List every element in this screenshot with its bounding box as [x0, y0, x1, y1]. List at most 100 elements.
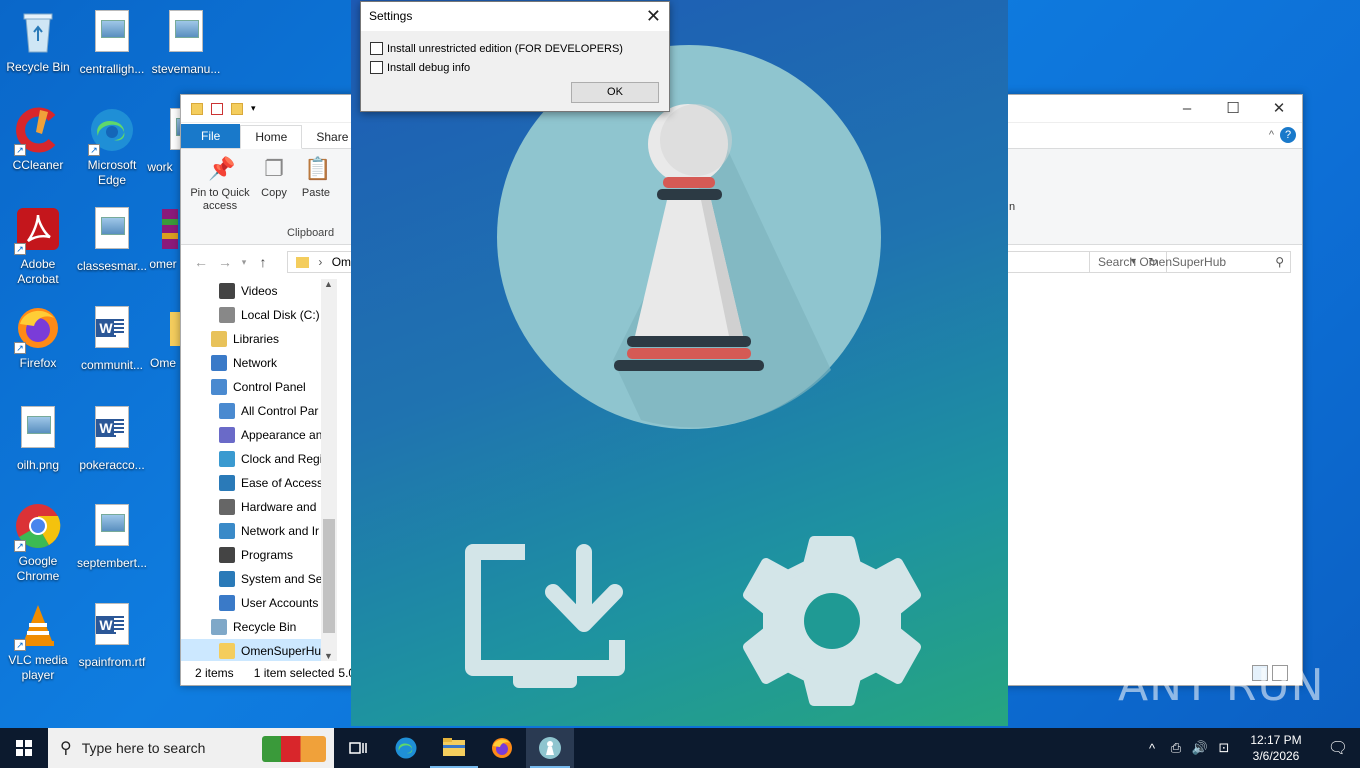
desktop-icon-label: Adobe Acrobat: [17, 257, 59, 286]
copy-button[interactable]: ❐ Copy: [257, 155, 291, 200]
help-icon[interactable]: ?: [1280, 127, 1296, 143]
nav-item[interactable]: Videos: [181, 279, 337, 303]
taskbar-edge[interactable]: [382, 728, 430, 768]
desktop-icon-label: Firefox: [19, 356, 57, 370]
volume-icon[interactable]: 🔊: [1188, 740, 1212, 756]
close-button[interactable]: ✕: [1256, 95, 1302, 123]
desktop-icon-ome-folder[interactable]: Ome: [146, 304, 180, 371]
show-hidden-icons-icon[interactable]: ^: [1140, 741, 1164, 756]
taskbar-installer[interactable]: [526, 728, 574, 768]
nav-item[interactable]: Clock and Regi: [181, 447, 337, 471]
nav-item[interactable]: Programs: [181, 543, 337, 567]
search-icon: ⚲: [60, 740, 72, 757]
task-view-button[interactable]: [334, 728, 382, 768]
desktop-icon-omer[interactable]: omer: [146, 205, 180, 272]
paste-button[interactable]: 📋 Paste: [299, 155, 333, 200]
image-file-icon: [14, 406, 62, 454]
search-box[interactable]: Search OmenSuperHub ⚲: [1089, 251, 1291, 273]
forward-button[interactable]: →: [213, 254, 237, 270]
maximize-button[interactable]: ☐: [1210, 95, 1256, 123]
desktop-icon-classesmar[interactable]: classesmar...: [74, 205, 150, 274]
nav-item-label: Network: [233, 356, 278, 370]
taskbar-firefox[interactable]: [478, 728, 526, 768]
unrestricted-edition-checkbox[interactable]: Install unrestricted edition (FOR DEVELO…: [370, 42, 623, 55]
meet-now-icon[interactable]: ⎙: [1164, 740, 1188, 756]
desktop-icon-label: omer: [149, 257, 177, 271]
desktop-icon-label: Google Chrome: [16, 554, 60, 583]
desktop-icon-septembert[interactable]: septembert...: [74, 502, 150, 571]
recent-locations-icon[interactable]: ▾: [237, 257, 251, 268]
ok-button[interactable]: OK: [571, 82, 659, 103]
back-button[interactable]: ←: [189, 254, 213, 270]
nav-item[interactable]: System and Se: [181, 567, 337, 591]
nav-item[interactable]: Control Panel: [181, 375, 337, 399]
desktop-icon-oilh-png[interactable]: oilh.png: [0, 404, 76, 473]
paste-icon: 📋: [304, 156, 332, 181]
installer-app-icon: [539, 737, 561, 759]
desktop-icon-ccleaner[interactable]: ↗ CCleaner: [0, 106, 76, 173]
settings-dialog: Settings ✕ Install unrestricted edition …: [360, 1, 670, 112]
desktop-icon-microsoft-edge[interactable]: ↗ Microsoft Edge: [74, 106, 150, 188]
nav-item[interactable]: All Control Par: [181, 399, 337, 423]
desktop-icon-label: spainfrom.rtf: [78, 655, 146, 669]
desktop-icon-stevemanu[interactable]: stevemanu...: [148, 8, 224, 77]
nav-item-icon: [219, 547, 235, 563]
nav-item[interactable]: Recycle Bin: [181, 615, 337, 639]
install-icon[interactable]: [465, 544, 625, 688]
desktop-icon-communit[interactable]: communit...: [74, 304, 150, 373]
desktop-icon-recycle-bin[interactable]: Recycle Bin: [0, 8, 76, 75]
nav-item[interactable]: OmenSuperHub: [181, 639, 337, 661]
new-folder-icon[interactable]: [231, 102, 243, 115]
properties-icon[interactable]: [211, 102, 223, 115]
nav-item[interactable]: Network: [181, 351, 337, 375]
desktop-icon-firefox[interactable]: ↗ Firefox: [0, 304, 76, 371]
nav-item[interactable]: Appearance an: [181, 423, 337, 447]
close-icon[interactable]: ✕: [646, 2, 661, 30]
desktop-icon-label: pokeracco...: [79, 458, 145, 472]
nav-item-label: Ease of Access: [241, 476, 324, 490]
nav-item[interactable]: Network and Ir: [181, 519, 337, 543]
desktop-icon-centrallight[interactable]: centralligh...: [74, 8, 150, 77]
checkbox-box[interactable]: [370, 42, 383, 55]
checkbox-box[interactable]: [370, 61, 383, 74]
network-icon[interactable]: ⊡: [1212, 740, 1236, 756]
ribbon-collapse-icon[interactable]: ^: [1269, 129, 1274, 141]
desktop-icon-adobe-acrobat[interactable]: ↗ Adobe Acrobat: [0, 205, 76, 287]
pin-to-quick-access-button[interactable]: 📌 Pin to Quick access: [187, 155, 253, 213]
nav-item[interactable]: User Accounts: [181, 591, 337, 615]
debug-info-checkbox[interactable]: Install debug info: [370, 61, 470, 74]
nav-item[interactable]: Hardware and: [181, 495, 337, 519]
nav-item[interactable]: Ease of Access: [181, 471, 337, 495]
navigation-scrollbar[interactable]: ▲ ▼: [321, 279, 337, 661]
scroll-down-icon[interactable]: ▼: [324, 651, 333, 661]
desktop-icon-google-chrome[interactable]: ↗ Google Chrome: [0, 502, 76, 584]
up-button[interactable]: ↑: [251, 254, 275, 270]
desktop-icon-label: VLC media player: [8, 653, 68, 682]
scroll-up-icon[interactable]: ▲: [324, 279, 333, 289]
image-file-icon: [88, 504, 136, 552]
minimize-button[interactable]: –: [1164, 95, 1210, 123]
shortcut-arrow-icon: ↗: [14, 342, 26, 354]
nav-item[interactable]: Local Disk (C:): [181, 303, 337, 327]
desktop-icon-label: CCleaner: [12, 158, 64, 172]
nav-item[interactable]: Libraries: [181, 327, 337, 351]
clock[interactable]: 12:17 PM 3/6/2026: [1236, 732, 1316, 764]
tab-home[interactable]: Home: [240, 125, 303, 149]
taskbar-file-explorer[interactable]: [430, 728, 478, 768]
nav-item-label: Clock and Regi: [241, 452, 323, 466]
desktop-icon-label: centralligh...: [79, 62, 145, 76]
nav-item-label: User Accounts: [241, 596, 319, 610]
desktop-icon-label: work: [147, 160, 173, 174]
desktop-icon-work[interactable]: work: [140, 106, 180, 175]
notifications-icon[interactable]: 🗨: [1316, 738, 1360, 758]
tab-file[interactable]: File: [181, 124, 241, 148]
taskbar-search-box[interactable]: ⚲ Type here to search: [48, 728, 334, 768]
nav-item-icon: [211, 331, 227, 347]
start-button[interactable]: [0, 728, 48, 768]
desktop-icon-vlc[interactable]: ↗ VLC media player: [0, 601, 76, 683]
desktop-icon-pokeracco[interactable]: pokeracco...: [74, 404, 150, 473]
customize-quick-access-icon[interactable]: ▾: [251, 103, 256, 114]
scrollbar-thumb[interactable]: [323, 519, 335, 633]
settings-gear-icon[interactable]: [743, 536, 921, 706]
desktop-icon-spainfrom[interactable]: spainfrom.rtf: [74, 601, 150, 670]
